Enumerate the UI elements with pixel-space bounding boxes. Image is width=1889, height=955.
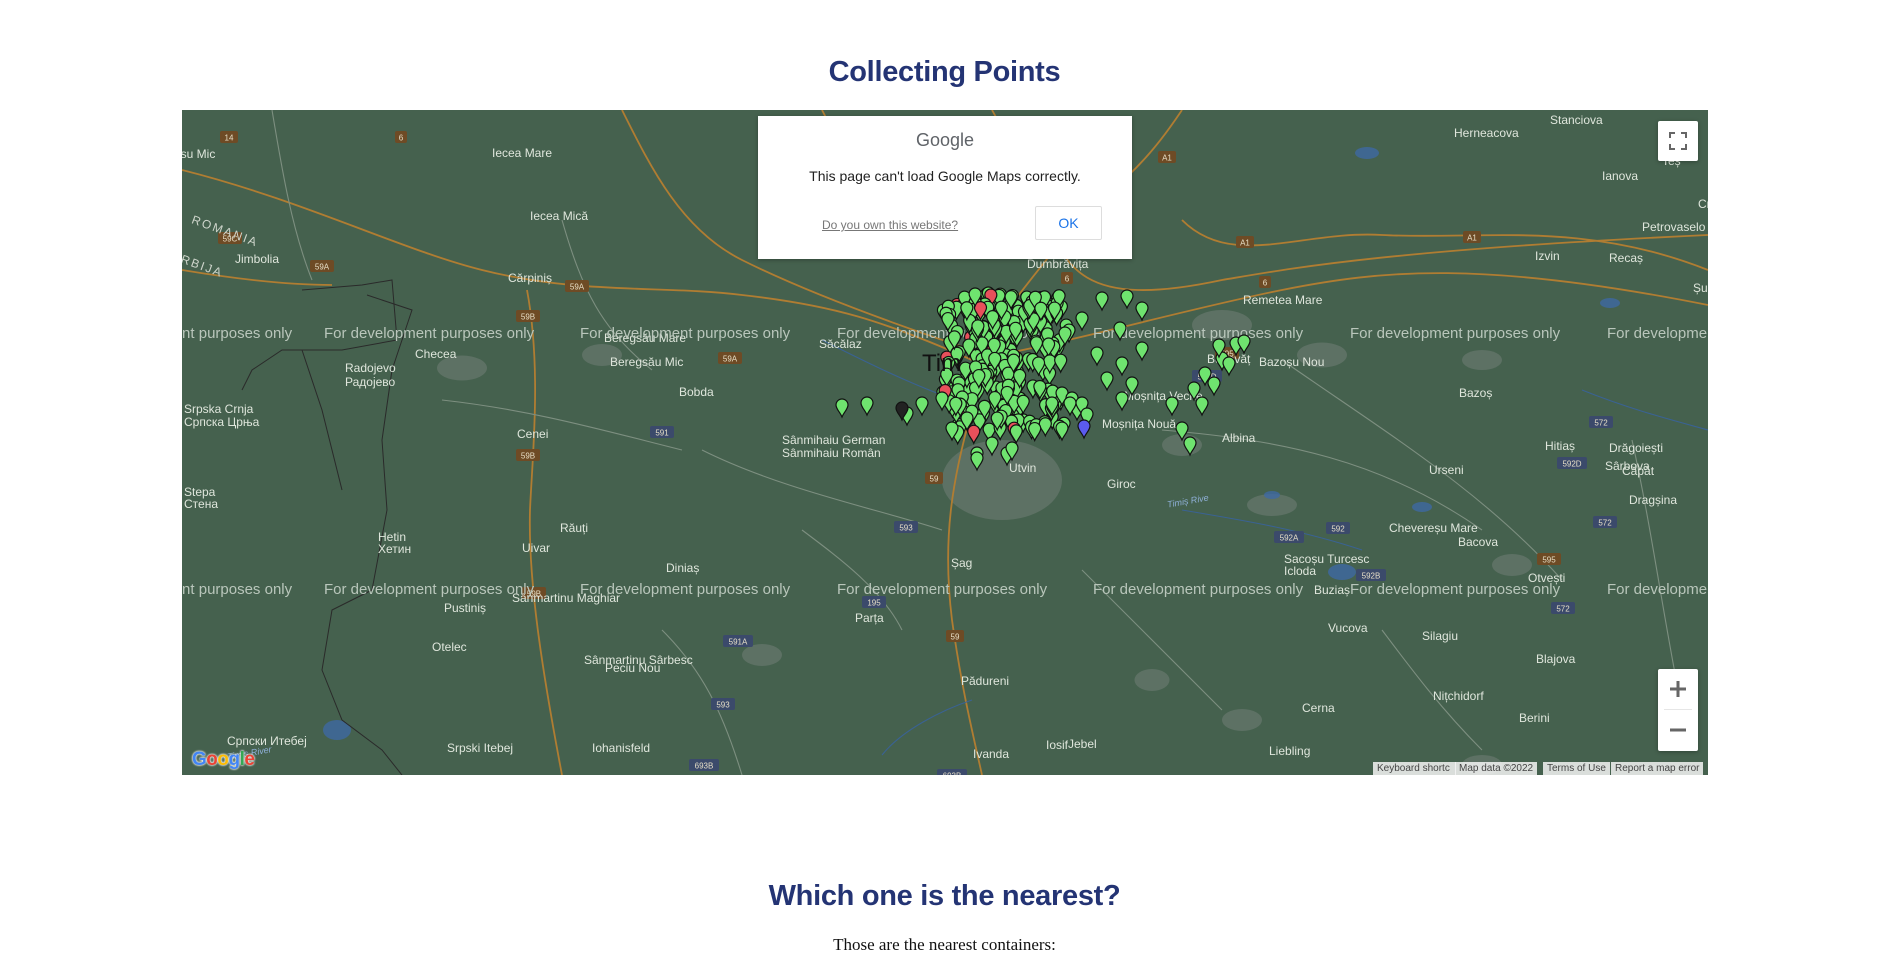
map-marker-icon[interactable] — [1038, 417, 1052, 438]
google-map-logo[interactable]: Google — [192, 749, 255, 771]
map-marker-icon[interactable] — [970, 451, 984, 472]
map-marker-icon[interactable] — [967, 424, 981, 445]
maps-error-dialog: Google This page can't load Google Maps … — [758, 116, 1132, 259]
zoom-control — [1658, 669, 1698, 751]
map-marker-icon[interactable] — [1237, 334, 1251, 355]
map-marker-icon[interactable] — [1207, 376, 1221, 397]
terms-of-use-link[interactable]: Terms of Use — [1543, 762, 1610, 775]
map-marker-icon[interactable] — [1077, 419, 1091, 440]
zoom-in-icon — [1670, 681, 1686, 697]
map-marker-icon[interactable] — [1054, 353, 1068, 374]
nearest-containers-subtitle: Those are the nearest containers: — [833, 935, 1056, 954]
map-marker-icon[interactable] — [1222, 356, 1236, 377]
map-marker-icon[interactable] — [1100, 371, 1114, 392]
map-marker-icon[interactable] — [1165, 396, 1179, 417]
map-marker-icon[interactable] — [915, 396, 929, 417]
map-marker-icon[interactable] — [1028, 421, 1042, 443]
map-marker-icon[interactable] — [1120, 289, 1134, 310]
map-marker-icon[interactable] — [985, 436, 999, 457]
google-logo: Google — [915, 130, 975, 150]
map-marker-icon[interactable] — [1055, 421, 1069, 442]
fullscreen-button[interactable] — [1658, 121, 1698, 161]
report-map-error-link[interactable]: Report a map error — [1611, 762, 1704, 775]
map-marker-icon[interactable] — [1090, 346, 1104, 367]
map-marker-icon[interactable] — [1183, 436, 1197, 457]
map-marker-icon[interactable] — [860, 396, 874, 417]
map-marker-icon[interactable] — [1187, 381, 1201, 402]
nearest-section-title: Which one is the nearest? — [768, 880, 1121, 912]
map-marker-icon[interactable] — [1115, 391, 1129, 412]
map-marker-icon[interactable] — [1095, 291, 1109, 312]
map-marker-icon[interactable] — [1115, 356, 1129, 377]
map-marker-icon[interactable] — [1135, 301, 1149, 322]
map-marker-icon[interactable] — [1175, 421, 1189, 442]
city-label: Tim — [922, 350, 962, 377]
zoom-out-icon — [1670, 728, 1686, 732]
fullscreen-icon — [1669, 132, 1687, 150]
map-marker-icon[interactable] — [1125, 376, 1139, 397]
own-website-link[interactable]: Do you own this website? — [822, 218, 958, 232]
map-marker-icon[interactable] — [835, 398, 849, 419]
dialog-message: This page can't load Google Maps correct… — [809, 168, 1081, 184]
map-marker-icon[interactable] — [1009, 424, 1023, 445]
map-data-label: Map data ©2022 — [1455, 762, 1538, 775]
map-marker-icon[interactable] — [1195, 396, 1209, 417]
zoom-in-button[interactable] — [1658, 669, 1698, 709]
ok-button[interactable]: OK — [1035, 206, 1102, 240]
map-marker-icon[interactable] — [1135, 341, 1149, 362]
map-marker-icon[interactable] — [1113, 321, 1127, 342]
keyboard-shortcuts-link[interactable]: Keyboard shortc — [1373, 762, 1456, 775]
map-marker-icon[interactable] — [1075, 311, 1089, 332]
page-title: Collecting Points — [828, 56, 1061, 88]
zoom-out-button[interactable] — [1658, 710, 1698, 750]
